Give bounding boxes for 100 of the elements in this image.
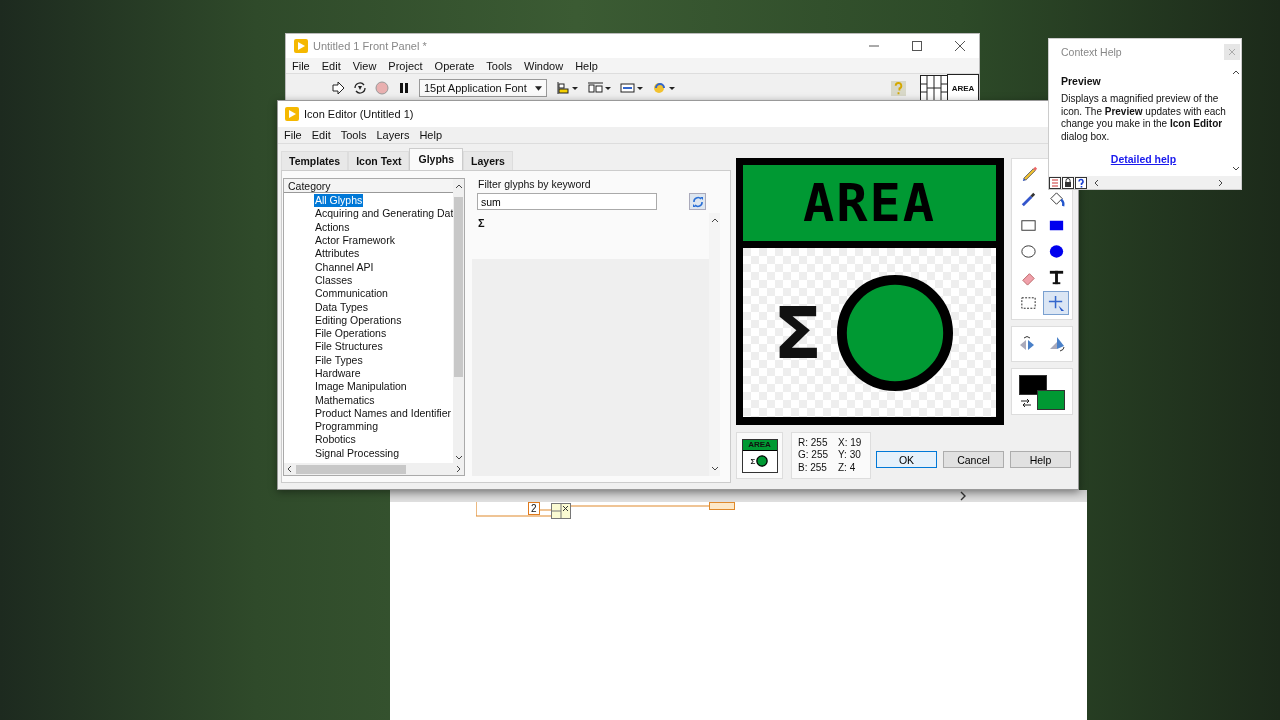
category-item[interactable]: Attributes <box>314 247 361 261</box>
pixel-info-text: Y: 30 <box>838 449 862 462</box>
circle-glyph-icon <box>836 273 955 392</box>
font-dropdown[interactable]: 15pt Application Font <box>419 79 547 97</box>
category-item[interactable]: Actor Framework <box>314 234 396 248</box>
category-item[interactable]: Image Manipulation <box>314 380 408 394</box>
indicator-terminal-icon <box>709 502 735 510</box>
scroll-down-icon[interactable] <box>710 466 719 471</box>
horizontal-scrollbar[interactable] <box>284 463 464 475</box>
category-item[interactable]: File Structures <box>314 340 384 354</box>
category-item[interactable]: Mathematics <box>314 393 376 407</box>
menu-item[interactable]: File <box>292 59 310 72</box>
menu-item[interactable]: Help <box>419 129 443 141</box>
category-item[interactable]: Data Types <box>314 300 369 314</box>
menu-item[interactable]: Project <box>388 59 423 72</box>
category-item[interactable]: Channel API <box>314 260 375 274</box>
scroll-down-icon[interactable] <box>454 455 463 460</box>
horizontal-scrollbar[interactable] <box>390 490 1087 502</box>
pixel-info-text: X: 19 <box>838 436 863 450</box>
align-objects-icon[interactable] <box>554 81 579 95</box>
tab[interactable]: Glyphs <box>409 148 464 170</box>
resize-objects-icon[interactable] <box>618 81 643 95</box>
category-item[interactable]: Signal Processing <box>314 446 401 460</box>
move-tool-button[interactable] <box>1043 291 1069 315</box>
scroll-down-icon[interactable] <box>1231 166 1240 171</box>
background-color-swatch[interactable] <box>1037 390 1065 410</box>
circle-glyph-icon <box>756 455 769 467</box>
icon-preview-canvas[interactable]: AREA Σ <box>736 158 1004 425</box>
distribute-objects-icon[interactable] <box>586 81 611 95</box>
filter-field[interactable]: sum <box>477 193 657 210</box>
caret-icon <box>534 85 542 91</box>
scroll-left-icon[interactable] <box>287 465 292 473</box>
pixel-info-text: R: 255 <box>798 436 829 450</box>
scroll-right-icon[interactable] <box>959 491 967 501</box>
menu-item[interactable]: Edit <box>311 129 331 141</box>
category-item[interactable]: Communication <box>314 287 389 301</box>
category-item[interactable]: Hardware <box>314 367 362 380</box>
menu-item[interactable]: Edit <box>321 59 341 72</box>
menu-item[interactable]: Operate <box>434 59 475 72</box>
move-icon <box>1046 293 1066 313</box>
numeric-constant: 2 <box>528 502 540 515</box>
detailed-help-link[interactable]: Detailed help <box>1110 153 1177 165</box>
category-item[interactable]: Product Names and Identifier <box>314 406 452 420</box>
scroll-right-icon[interactable] <box>456 465 461 473</box>
category-item[interactable]: Classes <box>314 273 354 287</box>
glyph-item[interactable]: Σ <box>478 217 485 229</box>
foreground-color-swatch[interactable] <box>1019 375 1047 395</box>
column-header: Category <box>284 179 453 193</box>
scroll-up-icon[interactable] <box>1231 70 1240 75</box>
menu-item[interactable]: Window <box>524 59 564 72</box>
vi-icon: AREA <box>947 74 979 102</box>
window-title: Untitled 1 Front Panel * <box>313 40 428 53</box>
menu-item[interactable]: Help <box>575 59 598 72</box>
scroll-up-icon[interactable] <box>454 183 463 189</box>
maximize-icon[interactable] <box>912 41 922 52</box>
category-item[interactable]: Actions <box>314 220 351 234</box>
dialog-button[interactable]: Help <box>1010 451 1071 468</box>
pixel-info-text: B: 255 <box>798 461 828 475</box>
run-arrow-icon[interactable] <box>331 81 345 95</box>
lock-icon[interactable] <box>1062 176 1074 189</box>
category-item[interactable]: Robotics <box>314 433 357 447</box>
help-description: Displays a magnified preview of the icon. The Preview updates with each change you make in the Icon Editor dialog box. <box>1061 93 1226 143</box>
category-item[interactable]: Programming <box>314 420 380 434</box>
tab[interactable]: Templates <box>281 151 349 170</box>
pixel-info-text: G: 255 <box>798 449 830 462</box>
help-heading: Preview <box>1061 75 1102 87</box>
app-logo-icon <box>294 39 308 54</box>
category-item[interactable]: Editing Operations <box>314 313 403 327</box>
scroll-right-icon[interactable] <box>1218 178 1223 187</box>
category-item[interactable]: File Operations <box>314 327 388 341</box>
help-icon[interactable] <box>1075 176 1087 189</box>
menu-item[interactable]: View <box>352 59 377 72</box>
multiply-node-icon <box>551 503 571 519</box>
pause-icon[interactable] <box>397 81 411 95</box>
sigma-glyph: Σ <box>773 296 823 369</box>
tab[interactable]: Icon Text <box>348 151 410 170</box>
menu-item[interactable]: Layers <box>376 129 410 141</box>
scroll-up-icon[interactable] <box>710 218 719 223</box>
category-item[interactable]: File Types <box>314 353 364 367</box>
menu-item[interactable]: Tools <box>340 129 367 141</box>
filter-label: Filter glyphs by keyword <box>477 178 592 190</box>
menu-item[interactable]: Tools <box>486 59 513 72</box>
app-logo-icon <box>285 107 299 121</box>
refresh-button[interactable] <box>689 193 706 210</box>
category-item[interactable]: Acquiring and Generating Dat <box>314 207 453 221</box>
scroll-left-icon[interactable] <box>1094 178 1099 187</box>
swap-colors-icon[interactable] <box>1020 398 1032 408</box>
refresh-icon <box>691 195 704 208</box>
window-title: Context Help <box>1061 46 1122 58</box>
block-diagram-icon[interactable] <box>1049 176 1061 189</box>
pixel-info-text: Z: 4 <box>838 461 857 475</box>
close-icon[interactable] <box>955 41 965 52</box>
run-continuously-icon[interactable] <box>353 81 367 95</box>
window-title: Icon Editor (Untitled 1) <box>304 108 414 120</box>
dialog-button[interactable]: Cancel <box>943 451 1004 468</box>
category-item[interactable]: All Glyphs <box>314 194 364 208</box>
vertical-scrollbar[interactable] <box>709 213 720 476</box>
menu-item[interactable]: File <box>284 129 302 141</box>
tab[interactable]: Layers <box>463 151 513 170</box>
dialog-button[interactable]: OK <box>876 451 937 468</box>
